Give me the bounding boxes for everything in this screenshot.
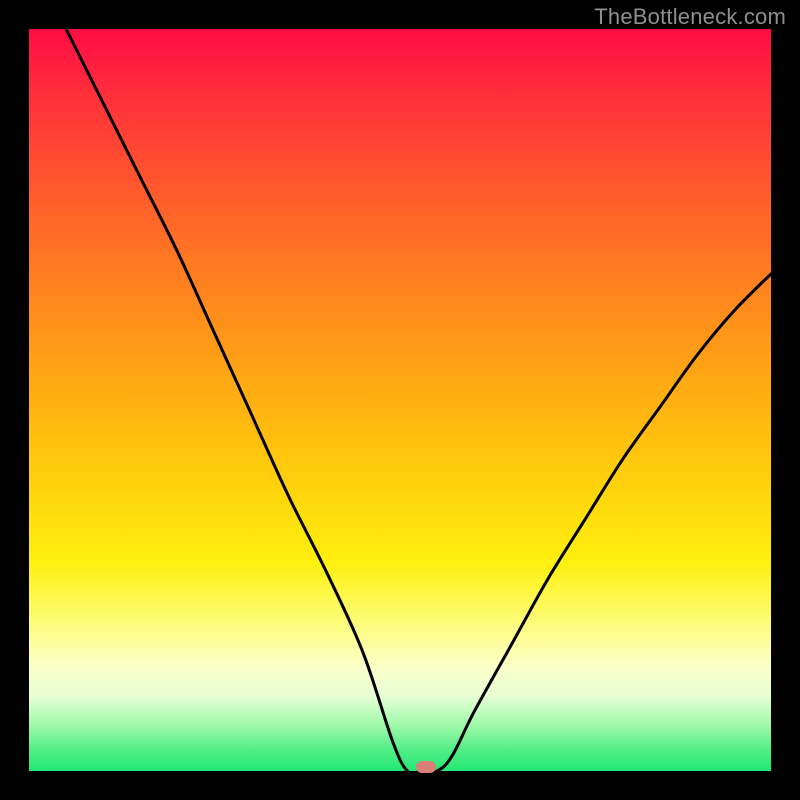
plot-area <box>29 29 771 771</box>
watermark-text: TheBottleneck.com <box>594 4 786 30</box>
optimal-marker <box>416 761 436 773</box>
bottleneck-curve <box>29 29 771 771</box>
chart-container: TheBottleneck.com <box>0 0 800 800</box>
